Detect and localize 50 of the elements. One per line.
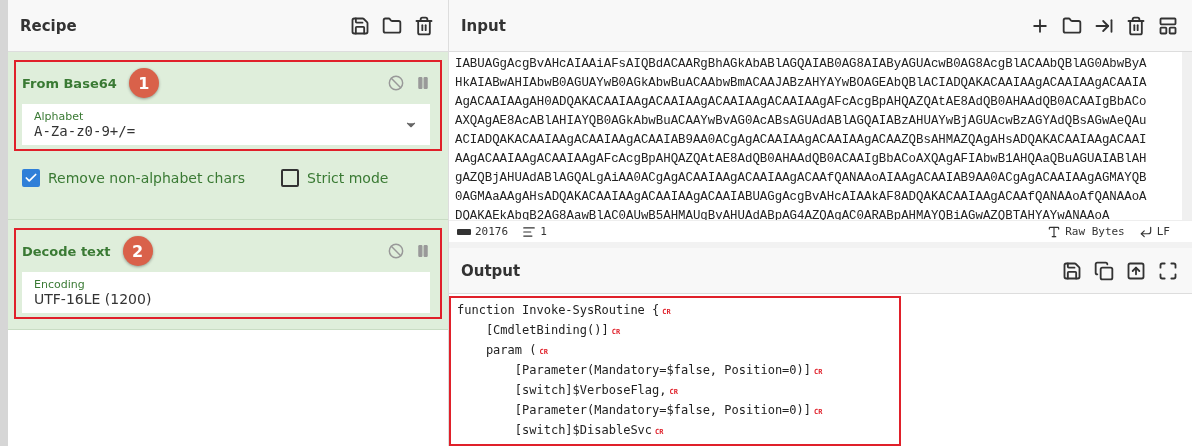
field-value: A-Za-z0-9+/= (34, 123, 136, 139)
eol-icon[interactable] (1138, 224, 1153, 239)
input-line: gAZQBjAHUAdABlAGQALgAiAA0ACgAgACAAIAAgACAAIAAgACAAfQANAAoAIAAgACAAIAB9AA0ACgAgACAAIAAgAGMAYQB (455, 170, 1147, 187)
trash-icon[interactable] (414, 15, 434, 36)
input-line: AgACAAIAAgAH0ADQAKACAAIAAgACAAIAAgACAAIAAgACAAIAAgAFcAcgBpAHQAZQAtAE8AdQB0AHAAdQB0ACAAIgBbACo (455, 94, 1147, 111)
number-badge: 1 (128, 68, 159, 98)
code-line: function Invoke-SysRoutine { (457, 303, 660, 317)
text-icon[interactable] (1047, 224, 1062, 239)
trash-icon[interactable] (1126, 15, 1146, 36)
export-icon[interactable] (1126, 260, 1146, 281)
number-badge: 2 (122, 236, 153, 266)
input-line: HkAIABwAHIAbwB0AGUAYwB0AGkAbwBuACAAbwBmACAAJABzAHYAYwBOAGEAbQBlACIADQAKACAAIAAgACAAIAAgACAAIA (455, 75, 1147, 92)
input-line: AAgACAAIAAgACAAIAAgAFcAcgBpAHQAZQAtAE8AdQB0AHAAdQB0ACAAIgBbACoAXQAgAFIAbwB1AHQAaQBuAGUAIABlAH (455, 151, 1147, 168)
layout-icon[interactable] (1158, 15, 1178, 36)
output-title: Output (461, 261, 521, 280)
save-icon[interactable] (350, 15, 370, 36)
checkbox-label: Remove non-alphabet chars (48, 170, 246, 186)
line-count: 1 (540, 225, 547, 239)
fullscreen-icon[interactable] (1158, 260, 1178, 281)
code-line: [Parameter(Mandatory=$false, Position=0)] (513, 363, 811, 377)
encoding-field[interactable]: Encoding UTF-16LE (1200) (22, 272, 430, 313)
folder-icon[interactable] (1062, 15, 1082, 36)
input-line: ACIADQAKACAAIAAgACAAIAAgACAAIAB9AA0ACgAgACAAIAAgACAAIAAgACAAZQBsAHMAZQAgAHsADQAKACAAIAAgACAAI (455, 132, 1147, 149)
field-label: Alphabet (34, 110, 85, 123)
eol-label[interactable]: LF (1156, 225, 1170, 239)
checkbox-label: Strict mode (307, 170, 389, 186)
copy-icon[interactable] (1094, 260, 1114, 281)
input-line: AXQAgAE8AcABlAHIAYQB0AGkAbwBuACAAYwBvAG0AcABsAGUAdABlAGQAIABzAHUAYwBjAGUAcwBzAGYAdQBsAGwAeQAu (455, 113, 1147, 130)
checkbox[interactable] (281, 169, 300, 187)
code-line: [switch]$DisableSvc (513, 423, 653, 437)
operation-name: From Base64 (22, 75, 117, 91)
operation-name: Decode text (22, 243, 111, 259)
lines-icon (522, 224, 537, 239)
code-line: [Parameter(Mandatory=$false, Position=0)] (513, 403, 811, 417)
field-label: Encoding (34, 278, 86, 291)
field-value: UTF-16LE (1200) (34, 291, 152, 307)
recipe-title: Recipe (20, 16, 77, 35)
save-icon[interactable] (1062, 260, 1082, 281)
input-title: Input (461, 16, 506, 35)
alphabet-field[interactable]: Alphabet A-Za-z0-9+/= (22, 104, 430, 145)
code-line: [switch]$VerboseFlag, (513, 383, 667, 397)
length-count: 20176 (475, 225, 509, 239)
encoding-label[interactable]: Raw Bytes (1065, 225, 1125, 239)
code-line: param ( (484, 343, 537, 357)
input-line: 0AGMAaAAgAHsADQAKACAAIAAgACAAIAAgACAAIABUAGgAcgBvAHcAIAAkAF8ADQAKACAAIAAgACAAfQANAAoAfQANAAoA (455, 189, 1147, 206)
checkbox[interactable] (22, 169, 40, 187)
input-line: IABUAGgAcgBvAHcAIAAiAFsAIQBdACAARgBhAGkAbABlAGQAIAB0AG8AIAByAGUAcwB0AG8AcgBlACAAbQBlAG0AbwByA (455, 56, 1147, 73)
code-line: [CmdletBinding()] (484, 323, 609, 337)
folder-icon[interactable] (382, 15, 402, 36)
check-icon (24, 171, 38, 185)
